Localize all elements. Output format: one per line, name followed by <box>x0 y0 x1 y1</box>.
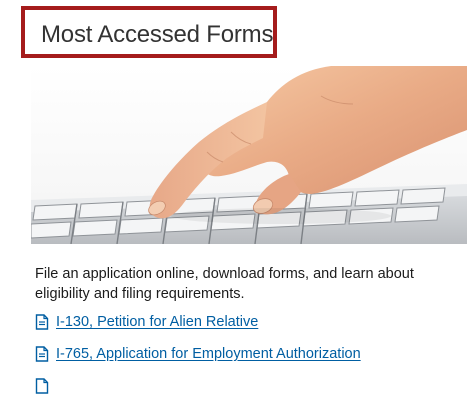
intro-text: File an application online, download for… <box>35 266 414 302</box>
form-link-i-765[interactable]: I-765, Application for Employment Author… <box>35 344 361 364</box>
section-title: Most Accessed Forms <box>41 21 274 48</box>
section-title-highlight: Most Accessed Forms <box>21 6 277 58</box>
form-link-label[interactable]: I-130, Petition for Alien Relative <box>56 314 258 330</box>
document-icon <box>35 346 49 362</box>
form-link-partial[interactable] <box>35 376 56 396</box>
form-link-label[interactable]: I-765, Application for Employment Author… <box>56 346 361 362</box>
document-icon <box>35 378 49 394</box>
hand-on-keyboard-image <box>31 66 467 244</box>
form-link-i-130[interactable]: I-130, Petition for Alien Relative <box>35 312 258 332</box>
document-icon <box>35 314 49 330</box>
